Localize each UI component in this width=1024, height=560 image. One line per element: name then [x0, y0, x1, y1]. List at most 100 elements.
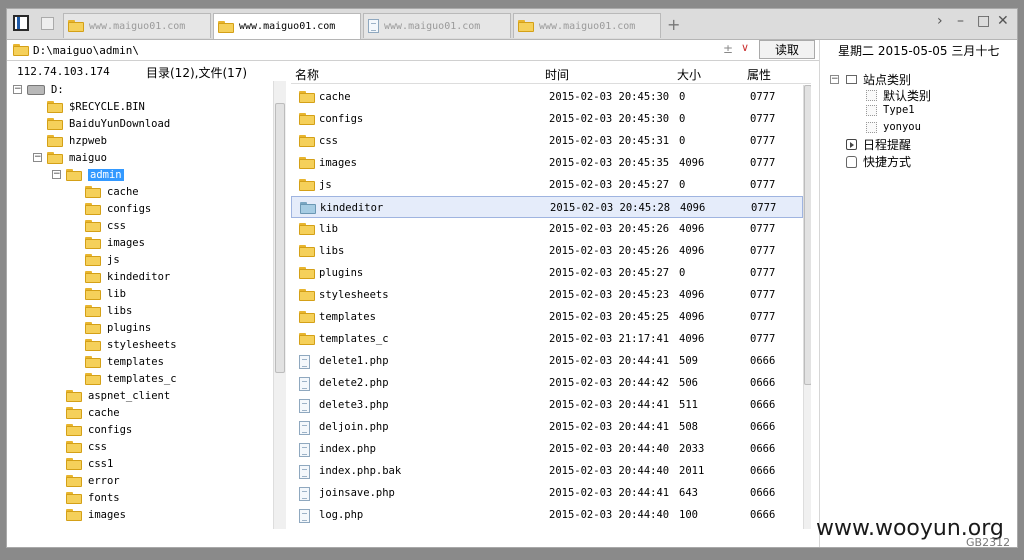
- tab-2[interactable]: www.maiguo01.com: [213, 13, 361, 39]
- tab-4[interactable]: www.maiguo01.com: [513, 13, 661, 38]
- date-display: 星期二 2015-05-05 三月十七: [838, 44, 1000, 58]
- table-row-highlighted[interactable]: kindeditor 2015-02-03 20:45:28 4096 0777: [291, 196, 803, 218]
- folder-icon: [299, 267, 315, 279]
- table-row[interactable]: log.php 2015-02-03 20:44:40 100 0666: [291, 504, 803, 526]
- tree-item[interactable]: images: [66, 506, 126, 523]
- folder-icon: [300, 202, 316, 214]
- table-row[interactable]: plugins 2015-02-03 20:45:27 0 0777: [291, 262, 803, 284]
- folder-icon: [13, 44, 29, 56]
- tree-item[interactable]: hzpweb: [47, 132, 107, 149]
- file-manager-window: www.maiguo01.com www.maiguo01.com www.ma…: [6, 8, 1018, 548]
- table-row[interactable]: index.php 2015-02-03 20:44:40 2033 0666: [291, 438, 803, 460]
- category-item[interactable]: Type1: [866, 104, 915, 116]
- tree-item[interactable]: plugins: [85, 319, 151, 336]
- table-row[interactable]: lib 2015-02-03 20:45:26 4096 0777: [291, 218, 803, 240]
- folder-icon: [66, 491, 82, 504]
- table-row[interactable]: delete3.php 2015-02-03 20:44:41 511 0666: [291, 394, 803, 416]
- folder-icon: [299, 245, 315, 257]
- table-row[interactable]: configs 2015-02-03 20:45:30 0 0777: [291, 108, 803, 130]
- path-input[interactable]: D:\maiguo\admin\: [33, 44, 139, 57]
- tree-item[interactable]: libs: [85, 302, 132, 319]
- tree-scrollbar-thumb[interactable]: [275, 103, 285, 373]
- table-row[interactable]: templates_c 2015-02-03 21:17:41 4096 0777: [291, 328, 803, 350]
- shortcut-node[interactable]: 快捷方式: [846, 153, 911, 170]
- table-row[interactable]: css 2015-02-03 20:45:31 0 0777: [291, 130, 803, 152]
- maximize-icon[interactable]: □: [977, 13, 990, 29]
- tree-item[interactable]: aspnet_client: [66, 387, 170, 404]
- tree-item[interactable]: css: [85, 217, 126, 234]
- tree-item[interactable]: templates_c: [85, 370, 177, 387]
- tree-item[interactable]: images: [85, 234, 145, 251]
- panel-toggle-icon[interactable]: [13, 15, 29, 31]
- read-button[interactable]: 读取: [759, 40, 815, 59]
- category-checkbox[interactable]: [866, 90, 877, 101]
- list-scrollbar[interactable]: [803, 85, 811, 529]
- encoding-label: GB2312: [966, 536, 1011, 549]
- folder-icon: [299, 311, 315, 323]
- collapse-toggle[interactable]: −: [830, 75, 839, 84]
- list-scrollbar-thumb[interactable]: [804, 85, 811, 385]
- column-size[interactable]: 大小: [677, 66, 701, 83]
- collapse-toggle[interactable]: −: [33, 153, 42, 162]
- table-row[interactable]: index.php.bak 2015-02-03 20:44:40 2011 0666: [291, 460, 803, 482]
- right-pane: 星期二 2015-05-05 三月十七 − 站点类别 默认类别 Type1 yo…: [819, 40, 1017, 547]
- collapse-toggle[interactable]: −: [52, 170, 61, 179]
- tree-item[interactable]: js: [85, 251, 120, 268]
- tree-item[interactable]: templates: [85, 353, 164, 370]
- tree-item[interactable]: maiguo: [47, 149, 107, 166]
- tree-item[interactable]: stylesheets: [85, 336, 177, 353]
- server-ip: 112.74.103.174: [17, 65, 110, 78]
- table-row[interactable]: cache 2015-02-03 20:45:30 0 0777: [291, 86, 803, 108]
- tree-item[interactable]: lib: [85, 285, 126, 302]
- tab-1[interactable]: www.maiguo01.com: [63, 13, 211, 38]
- table-row[interactable]: delete1.php 2015-02-03 20:44:41 509 0666: [291, 350, 803, 372]
- table-row[interactable]: libs 2015-02-03 20:45:26 4096 0777: [291, 240, 803, 262]
- column-attr[interactable]: 属性: [747, 66, 771, 83]
- table-row[interactable]: deljoin.php 2015-02-03 20:44:41 508 0666: [291, 416, 803, 438]
- table-row[interactable]: delete2.php 2015-02-03 20:44:42 506 0666: [291, 372, 803, 394]
- tree-scrollbar[interactable]: [273, 81, 286, 529]
- tree-item[interactable]: error: [66, 472, 120, 489]
- table-row[interactable]: templates 2015-02-03 20:45:25 4096 0777: [291, 306, 803, 328]
- tree-item[interactable]: $RECYCLE.BIN: [47, 98, 145, 115]
- tree-item[interactable]: configs: [85, 200, 151, 217]
- tree-item[interactable]: configs: [66, 421, 132, 438]
- folder-icon: [47, 100, 63, 113]
- close-icon[interactable]: ✕: [997, 13, 1009, 29]
- tree-item[interactable]: css1: [66, 455, 113, 472]
- category-item[interactable]: 默认类别: [866, 87, 931, 104]
- folder-icon: [299, 179, 315, 191]
- tab-label: www.maiguo01.com: [539, 20, 636, 32]
- table-row[interactable]: stylesheets 2015-02-03 20:45:23 4096 0777: [291, 284, 803, 306]
- tree-item[interactable]: cache: [85, 183, 139, 200]
- column-time[interactable]: 时间: [545, 66, 569, 83]
- table-row[interactable]: joinsave.php 2015-02-03 20:44:41 643 0666: [291, 482, 803, 504]
- tree-item-selected[interactable]: admin: [66, 166, 124, 183]
- site-category-node[interactable]: 站点类别: [846, 71, 911, 88]
- blank-tab-icon[interactable]: [41, 17, 54, 30]
- tree-item[interactable]: css: [66, 438, 107, 455]
- tree-item[interactable]: BaiduYunDownload: [47, 115, 170, 132]
- tree-item[interactable]: kindeditor: [85, 268, 170, 285]
- tab-3[interactable]: www.maiguo01.com: [363, 13, 511, 38]
- folder-icon: [85, 270, 101, 283]
- collapse-toggle[interactable]: −: [13, 85, 22, 94]
- item-counts: 目录(12),文件(17): [146, 66, 248, 80]
- schedule-reminder-node[interactable]: 日程提醒: [846, 136, 911, 153]
- column-name[interactable]: 名称: [295, 66, 319, 83]
- category-item[interactable]: yonyou: [866, 121, 921, 133]
- tree-item[interactable]: fonts: [66, 489, 120, 506]
- new-tab-icon[interactable]: +: [667, 15, 680, 34]
- minimize-icon[interactable]: –: [957, 13, 964, 29]
- folder-icon: [85, 338, 101, 351]
- table-row[interactable]: js 2015-02-03 20:45:27 0 0777: [291, 174, 803, 196]
- chevron-right-icon[interactable]: ›: [937, 13, 943, 29]
- tree-drive[interactable]: D:: [27, 81, 64, 98]
- category-checkbox[interactable]: [866, 121, 877, 133]
- chevron-down-icon[interactable]: ∨: [741, 41, 749, 54]
- table-row[interactable]: images 2015-02-03 20:45:35 4096 0777: [291, 152, 803, 174]
- folder-icon: [85, 202, 101, 215]
- category-checkbox[interactable]: [866, 104, 877, 116]
- pin-icon[interactable]: ±: [723, 42, 733, 56]
- tree-item[interactable]: cache: [66, 404, 120, 421]
